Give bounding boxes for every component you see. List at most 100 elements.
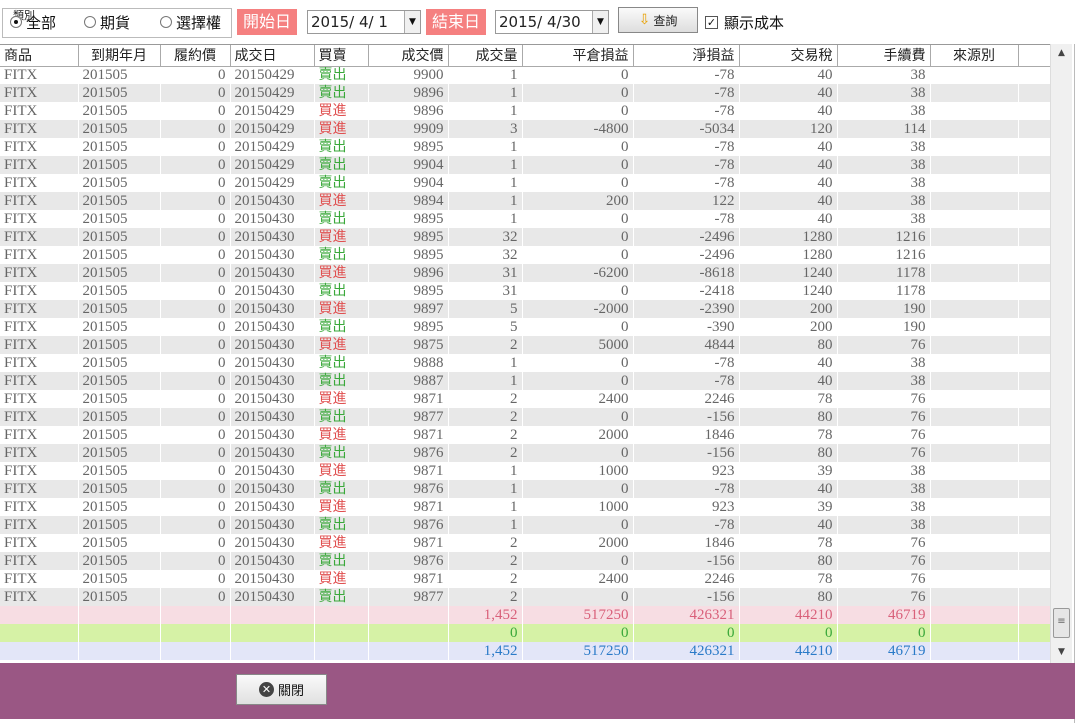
table-row[interactable]: FITX 201505 0 20150429 賣出 9904 1 0 -78 40 38 xyxy=(0,174,1050,192)
table-cell: 賣出 xyxy=(314,84,369,102)
table-row[interactable]: FITX 201505 0 20150430 賣出 9877 2 0 -156 80 76 xyxy=(0,588,1050,606)
table-cell: 2 xyxy=(448,336,523,354)
table-cell: 2 xyxy=(448,390,523,408)
column-header[interactable]: 到期年月 xyxy=(78,45,161,67)
table-cell: FITX xyxy=(0,498,79,516)
table-cell: 201505 xyxy=(78,66,161,84)
table-cell: 201505 xyxy=(78,228,161,246)
show-cost-checkbox[interactable]: ✓ 顯示成本 xyxy=(705,12,784,33)
table-cell: 201505 xyxy=(78,264,161,282)
table-row[interactable]: FITX 201505 0 20150430 買進 9871 2 2000 1846 78 76 xyxy=(0,426,1050,444)
totals-cell: 46719 xyxy=(837,606,931,624)
table-cell: -2496 xyxy=(633,228,740,246)
table-row[interactable]: FITX 201505 0 20150430 賣出 9895 32 0 -2496 1280 121… xyxy=(0,246,1050,264)
column-header[interactable]: 成交量 xyxy=(448,45,523,67)
chevron-down-icon[interactable]: ▼ xyxy=(592,11,608,33)
table-row[interactable]: FITX 201505 0 20150430 買進 9871 1 1000 923 39 38 xyxy=(0,462,1050,480)
column-header[interactable]: 履約價 xyxy=(160,45,231,67)
column-header[interactable]: 成交價 xyxy=(368,45,449,67)
table-row[interactable]: FITX 201505 0 20150430 賣出 9876 1 0 -78 40 38 xyxy=(0,516,1050,534)
table-row[interactable]: FITX 201505 0 20150430 賣出 9895 5 0 -390 200 190 xyxy=(0,318,1050,336)
table-cell: 76 xyxy=(837,336,931,354)
table-cell: 0 xyxy=(522,408,634,426)
scroll-up-icon[interactable]: ▲ xyxy=(1051,44,1072,62)
table-cell: 201505 xyxy=(78,534,161,552)
table-row[interactable]: FITX 201505 0 20150430 賣出 9876 2 0 -156 80 76 xyxy=(0,444,1050,462)
radio-futures[interactable]: 期貨 xyxy=(84,13,130,32)
table-row[interactable]: FITX 201505 0 20150430 賣出 9876 2 0 -156 80 76 xyxy=(0,552,1050,570)
table-cell: 買進 xyxy=(314,390,369,408)
start-date-picker[interactable]: 2015/ 4/ 1 ▼ xyxy=(307,10,421,34)
table-row[interactable]: FITX 201505 0 20150430 賣出 9877 2 0 -156 80 76 xyxy=(0,408,1050,426)
column-header[interactable]: 平倉損益 xyxy=(522,45,634,67)
table-row[interactable]: FITX 201505 0 20150430 賣出 9895 31 0 -2418 1240 117… xyxy=(0,282,1050,300)
table-cell: 0 xyxy=(160,588,231,606)
table-cell-spacer xyxy=(1018,372,1050,390)
table-cell: -78 xyxy=(633,138,740,156)
table-row[interactable]: FITX 201505 0 20150430 買進 9871 2 2400 2246 78 76 xyxy=(0,570,1050,588)
vertical-scrollbar[interactable]: ▲ ≡ ▼ xyxy=(1050,44,1072,663)
table-row[interactable]: FITX 201505 0 20150430 買進 9897 5 -2000 -2390 200 1… xyxy=(0,300,1050,318)
table-cell: -2390 xyxy=(633,300,740,318)
scroll-thumb[interactable]: ≡ xyxy=(1053,608,1070,638)
table-cell: 38 xyxy=(837,480,931,498)
column-header[interactable]: 淨損益 xyxy=(633,45,740,67)
table-cell: 78 xyxy=(739,390,838,408)
scroll-down-icon[interactable]: ▼ xyxy=(1051,643,1072,661)
table-cell: 0 xyxy=(522,282,634,300)
table-row[interactable]: FITX 201505 0 20150430 賣出 9876 1 0 -78 40 38 xyxy=(0,480,1050,498)
table-cell: 1 xyxy=(448,84,523,102)
table-cell: 9871 xyxy=(368,570,449,588)
table-cell: 38 xyxy=(837,84,931,102)
table-row[interactable]: FITX 201505 0 20150429 買進 9909 3 -4800 -5034 120 1… xyxy=(0,120,1050,138)
radio-all[interactable]: 全部 xyxy=(10,13,56,32)
query-button[interactable]: ⇩ 查詢 xyxy=(618,7,698,33)
table-cell: 20150429 xyxy=(230,120,315,138)
table-cell xyxy=(930,408,1019,426)
table-row[interactable]: FITX 201505 0 20150430 賣出 9888 1 0 -78 40 38 xyxy=(0,354,1050,372)
show-cost-label: 顯示成本 xyxy=(724,14,785,32)
table-row[interactable]: FITX 201505 0 20150430 買進 9871 2 2400 2246 78 76 xyxy=(0,390,1050,408)
table-row[interactable]: FITX 201505 0 20150430 買進 9896 31 -6200 -8618 124… xyxy=(0,264,1050,282)
table-cell: 32 xyxy=(448,228,523,246)
table-cell: -4800 xyxy=(522,120,634,138)
table-cell: 0 xyxy=(522,102,634,120)
table-cell: 買進 xyxy=(314,264,369,282)
table-cell-spacer xyxy=(1018,336,1050,354)
radio-options[interactable]: 選擇權 xyxy=(160,13,221,32)
table-cell: 201505 xyxy=(78,210,161,228)
table-cell: 賣出 xyxy=(314,516,369,534)
table-row[interactable]: FITX 201505 0 20150429 賣出 9896 1 0 -78 40 38 xyxy=(0,84,1050,102)
end-date-picker[interactable]: 2015/ 4/30 ▼ xyxy=(495,10,609,34)
column-header[interactable]: 成交日 xyxy=(230,45,315,67)
table-cell: 1 xyxy=(448,516,523,534)
chevron-down-icon[interactable]: ▼ xyxy=(404,11,420,33)
totals-cell-spacer xyxy=(1018,624,1050,642)
table-row[interactable]: FITX 201505 0 20150430 賣出 9887 1 0 -78 40 38 xyxy=(0,372,1050,390)
table-cell-spacer xyxy=(1018,588,1050,606)
column-header[interactable]: 商品 xyxy=(0,45,79,67)
totals-cell-spacer xyxy=(1018,606,1050,624)
table-cell: 20150429 xyxy=(230,102,315,120)
table-cell: 201505 xyxy=(78,588,161,606)
table-row[interactable]: FITX 201505 0 20150430 買進 9875 2 5000 4844 80 76 xyxy=(0,336,1050,354)
column-header[interactable]: 手續費 xyxy=(837,45,931,67)
table-row[interactable]: FITX 201505 0 20150429 賣出 9904 1 0 -78 40 38 xyxy=(0,156,1050,174)
table-row[interactable]: FITX 201505 0 20150429 賣出 9895 1 0 -78 40 38 xyxy=(0,138,1050,156)
column-header[interactable]: 買賣 xyxy=(314,45,369,67)
totals-cell: 0 xyxy=(739,624,838,642)
column-header[interactable]: 交易稅 xyxy=(739,45,838,67)
table-cell: 1240 xyxy=(739,282,838,300)
table-cell: 賣出 xyxy=(314,480,369,498)
close-button[interactable]: ✕ 關閉 xyxy=(236,674,327,705)
table-cell: 0 xyxy=(522,552,634,570)
table-row[interactable]: FITX 201505 0 20150430 買進 9895 32 0 -2496 1280 121… xyxy=(0,228,1050,246)
table-cell: -78 xyxy=(633,66,740,84)
column-header[interactable]: 來源別 xyxy=(930,45,1019,67)
table-row[interactable]: FITX 201505 0 20150430 買進 9871 1 1000 923 39 38 xyxy=(0,498,1050,516)
table-row[interactable]: FITX 201505 0 20150430 賣出 9895 1 0 -78 40 38 xyxy=(0,210,1050,228)
table-row[interactable]: FITX 201505 0 20150429 買進 9896 1 0 -78 40 38 xyxy=(0,102,1050,120)
table-row[interactable]: FITX 201505 0 20150429 賣出 9900 1 0 -78 40 38 xyxy=(0,66,1050,84)
table-row[interactable]: FITX 201505 0 20150430 買進 9894 1 200 122 40 38 xyxy=(0,192,1050,210)
table-row[interactable]: FITX 201505 0 20150430 買進 9871 2 2000 1846 78 76 xyxy=(0,534,1050,552)
